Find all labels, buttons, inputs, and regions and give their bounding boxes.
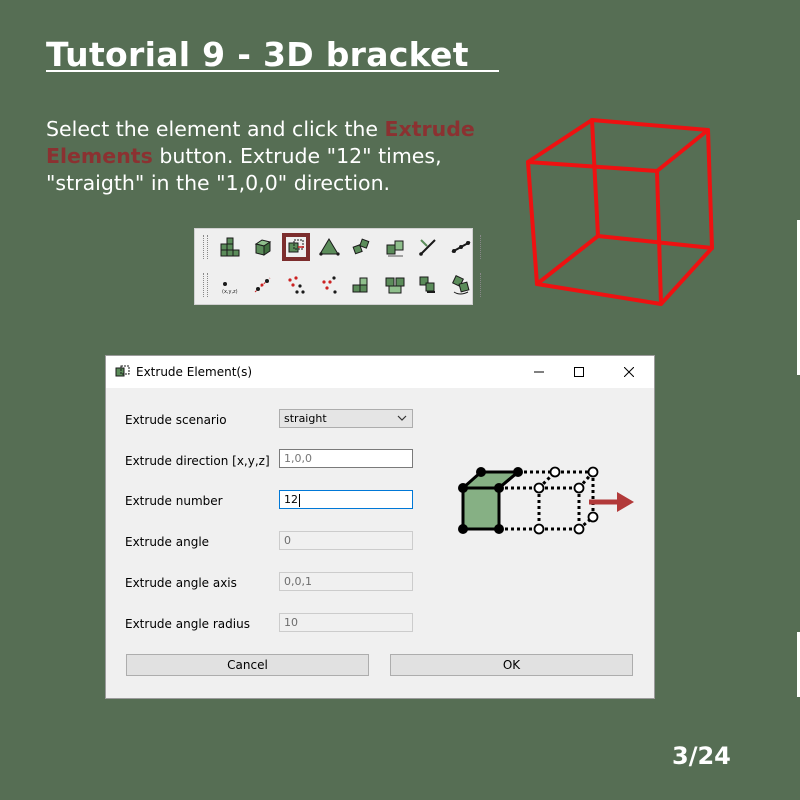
toolbar-grip[interactable] bbox=[203, 273, 208, 297]
extrude-angle-axis-input[interactable]: 0,0,1 bbox=[279, 572, 413, 591]
node-pair-icon[interactable] bbox=[249, 271, 277, 299]
extrude-direction-value: 1,0,0 bbox=[284, 452, 312, 465]
extrude-number-value: 12 bbox=[284, 493, 298, 506]
elements-move-icon[interactable] bbox=[414, 271, 442, 299]
elements-rotate-icon[interactable] bbox=[447, 271, 475, 299]
toolbar-strip: (x,y,z) bbox=[194, 228, 481, 305]
toolbar-grip[interactable] bbox=[203, 235, 208, 259]
node-line-icon[interactable] bbox=[447, 233, 475, 261]
chevron-down-icon bbox=[397, 415, 407, 421]
coordinate-node-icon[interactable]: (x,y,z) bbox=[216, 271, 244, 299]
svg-text:(x,y,z): (x,y,z) bbox=[222, 289, 238, 295]
text-caret bbox=[299, 493, 300, 507]
mesh-grid-icon[interactable] bbox=[216, 233, 244, 261]
nodes-move-icon[interactable] bbox=[315, 271, 343, 299]
extrude-scenario-label: Extrude scenario bbox=[125, 413, 227, 427]
sweep-icon[interactable] bbox=[348, 233, 376, 261]
extrude-direction-label: Extrude direction [x,y,z] bbox=[125, 454, 270, 468]
box-element-icon[interactable] bbox=[249, 233, 277, 261]
extrude-elements-icon[interactable] bbox=[282, 233, 310, 261]
extrude-angle-axis-label: Extrude angle axis bbox=[125, 576, 237, 590]
extrude-app-icon bbox=[115, 365, 130, 377]
extrude-angle-input[interactable]: 0 bbox=[279, 531, 413, 550]
extrude-angle-axis-value: 0,0,1 bbox=[284, 575, 312, 588]
instructions: Select the element and click the Extrude… bbox=[46, 116, 486, 197]
extrude-diagram bbox=[458, 466, 634, 535]
page-title: Tutorial 9 - 3D bracket bbox=[46, 35, 469, 74]
extrude-dialog: Extrude Element(s) Extrude scenario stra… bbox=[105, 355, 655, 699]
extrude-angle-radius-input[interactable]: 10 bbox=[279, 613, 413, 632]
wireframe-cube-illustration bbox=[526, 118, 714, 306]
extrude-angle-value: 0 bbox=[284, 534, 291, 547]
toolbar-separator bbox=[480, 235, 483, 259]
close-icon bbox=[624, 367, 634, 377]
extrude-direction-input[interactable]: 1,0,0 bbox=[279, 449, 413, 468]
ok-button[interactable]: OK bbox=[390, 654, 633, 676]
elements-split-icon[interactable] bbox=[381, 271, 409, 299]
extrude-angle-radius-value: 10 bbox=[284, 616, 298, 629]
minimize-icon bbox=[534, 371, 544, 373]
maximize-button[interactable] bbox=[556, 356, 602, 388]
dialog-titlebar[interactable]: Extrude Element(s) bbox=[106, 356, 654, 388]
extrude-angle-radius-label: Extrude angle radius bbox=[125, 617, 250, 631]
extrude-angle-label: Extrude angle bbox=[125, 535, 210, 549]
node-cloud-icon[interactable] bbox=[282, 271, 310, 299]
line-tool-icon[interactable] bbox=[414, 233, 442, 261]
dialog-title: Extrude Element(s) bbox=[136, 365, 253, 379]
toolbar-separator bbox=[480, 273, 483, 297]
extrude-number-input[interactable]: 12 bbox=[279, 490, 413, 509]
copy-elements-icon[interactable] bbox=[381, 233, 409, 261]
title-underline bbox=[46, 70, 499, 72]
instructions-text-1: Select the element and click the bbox=[46, 117, 385, 141]
extrude-scenario-select[interactable]: straight bbox=[279, 409, 413, 428]
extrude-number-label: Extrude number bbox=[125, 494, 223, 508]
maximize-icon bbox=[574, 367, 584, 377]
elements-group-icon[interactable] bbox=[348, 271, 376, 299]
revolve-icon[interactable] bbox=[315, 233, 343, 261]
extrude-scenario-value: straight bbox=[284, 412, 327, 425]
page-number: 3/24 bbox=[672, 742, 731, 770]
close-button[interactable] bbox=[606, 356, 652, 388]
cancel-button[interactable]: Cancel bbox=[126, 654, 369, 676]
